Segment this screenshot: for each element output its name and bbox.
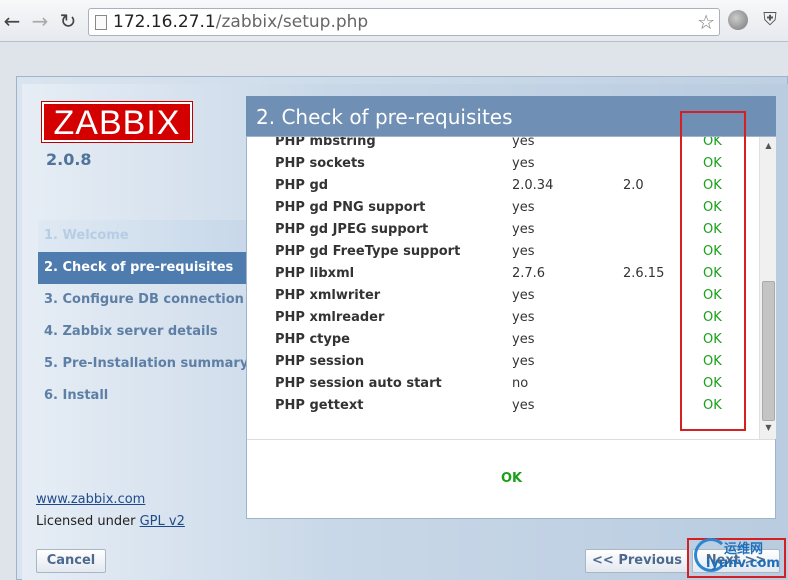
requirement-name: PHP xmlreader <box>275 310 385 325</box>
watermark-cn-text: 运维网 <box>724 542 764 557</box>
requirement-name: PHP ctype <box>275 332 350 347</box>
requirement-current-value: yes <box>512 244 535 259</box>
forward-arrow-icon[interactable]: → <box>28 8 52 34</box>
requirement-current-value: yes <box>512 332 535 347</box>
page-icon <box>95 15 107 30</box>
zabbix-site-link[interactable]: www.zabbix.com <box>36 492 145 507</box>
reload-icon[interactable]: ↻ <box>56 8 80 34</box>
requirement-name: PHP gd JPEG support <box>275 222 429 237</box>
requirement-current-value: no <box>512 376 529 391</box>
requirements-scrollbar[interactable]: ▲ ▼ <box>759 137 776 439</box>
browser-toolbar: ← → ↻ 172.16.27.1/zabbix/setup.php ☆ ⛨ <box>0 0 788 42</box>
bookmark-star-icon[interactable]: ☆ <box>697 10 715 34</box>
version-label: 2.0.8 <box>46 150 92 169</box>
license-prefix: Licensed under <box>36 514 140 529</box>
watermark-en-text: iyunv.com <box>706 556 780 571</box>
globe-icon[interactable] <box>728 10 748 30</box>
requirement-current-value: yes <box>512 310 535 325</box>
previous-button[interactable]: << Previous <box>585 549 689 573</box>
requirement-name: PHP session auto start <box>275 376 442 391</box>
back-arrow-icon[interactable]: ← <box>0 8 24 34</box>
requirement-name: PHP mbstring <box>275 137 376 149</box>
cancel-button[interactable]: Cancel <box>36 549 106 573</box>
scroll-up-icon[interactable]: ▲ <box>760 141 777 153</box>
step-preinstall-summary[interactable]: 5. Pre-Installation summary <box>38 348 248 380</box>
zabbix-logo: ZABBIX <box>42 102 192 142</box>
gpl-link[interactable]: GPL v2 <box>140 514 185 529</box>
url-path: /zabbix/setup.php <box>215 12 369 32</box>
requirement-name: PHP gd <box>275 178 329 193</box>
requirement-current-value: yes <box>512 398 535 413</box>
address-bar-url[interactable]: 172.16.27.1/zabbix/setup.php <box>113 12 368 32</box>
highlight-box-results <box>680 111 746 431</box>
url-host: 172.16.27.1 <box>113 12 216 32</box>
step-check-prerequisites[interactable]: 2. Check of pre-requisites <box>38 252 246 284</box>
requirement-name: PHP gettext <box>275 398 364 413</box>
requirement-name: PHP gd PNG support <box>275 200 426 215</box>
requirement-current-value: yes <box>512 137 535 149</box>
requirement-required-value: 2.0 <box>623 178 644 193</box>
step-server-details[interactable]: 4. Zabbix server details <box>38 316 246 348</box>
requirement-name: PHP gd FreeType support <box>275 244 461 259</box>
overall-result: OK <box>501 471 523 486</box>
shield-icon[interactable]: ⛨ <box>760 9 780 31</box>
requirement-name: PHP libxml <box>275 266 355 281</box>
license-text: Licensed under GPL v2 <box>36 514 185 529</box>
requirement-current-value: yes <box>512 200 535 215</box>
scroll-down-icon[interactable]: ▼ <box>760 423 777 435</box>
requirement-current-value: yes <box>512 288 535 303</box>
watermark-logo: 运维网 iyunv.com <box>694 536 786 576</box>
step-configure-db[interactable]: 3. Configure DB connection <box>38 284 246 316</box>
requirement-current-value: yes <box>512 222 535 237</box>
address-bar[interactable]: 172.16.27.1/zabbix/setup.php ☆ <box>88 8 720 36</box>
divider <box>247 439 775 440</box>
requirement-name: PHP session <box>275 354 365 369</box>
wizard-steps: 1. Welcome 2. Check of pre-requisites 3.… <box>38 220 248 412</box>
requirement-required-value: 2.6.15 <box>623 266 665 281</box>
scroll-thumb[interactable] <box>762 281 775 421</box>
requirement-current-value: yes <box>512 156 535 171</box>
step-install[interactable]: 6. Install <box>38 380 246 412</box>
requirement-current-value: 2.7.6 <box>512 266 546 281</box>
step-welcome[interactable]: 1. Welcome <box>38 220 246 252</box>
requirement-name: PHP sockets <box>275 156 365 171</box>
requirement-current-value: 2.0.34 <box>512 178 554 193</box>
requirement-current-value: yes <box>512 354 535 369</box>
requirement-name: PHP xmlwriter <box>275 288 381 303</box>
